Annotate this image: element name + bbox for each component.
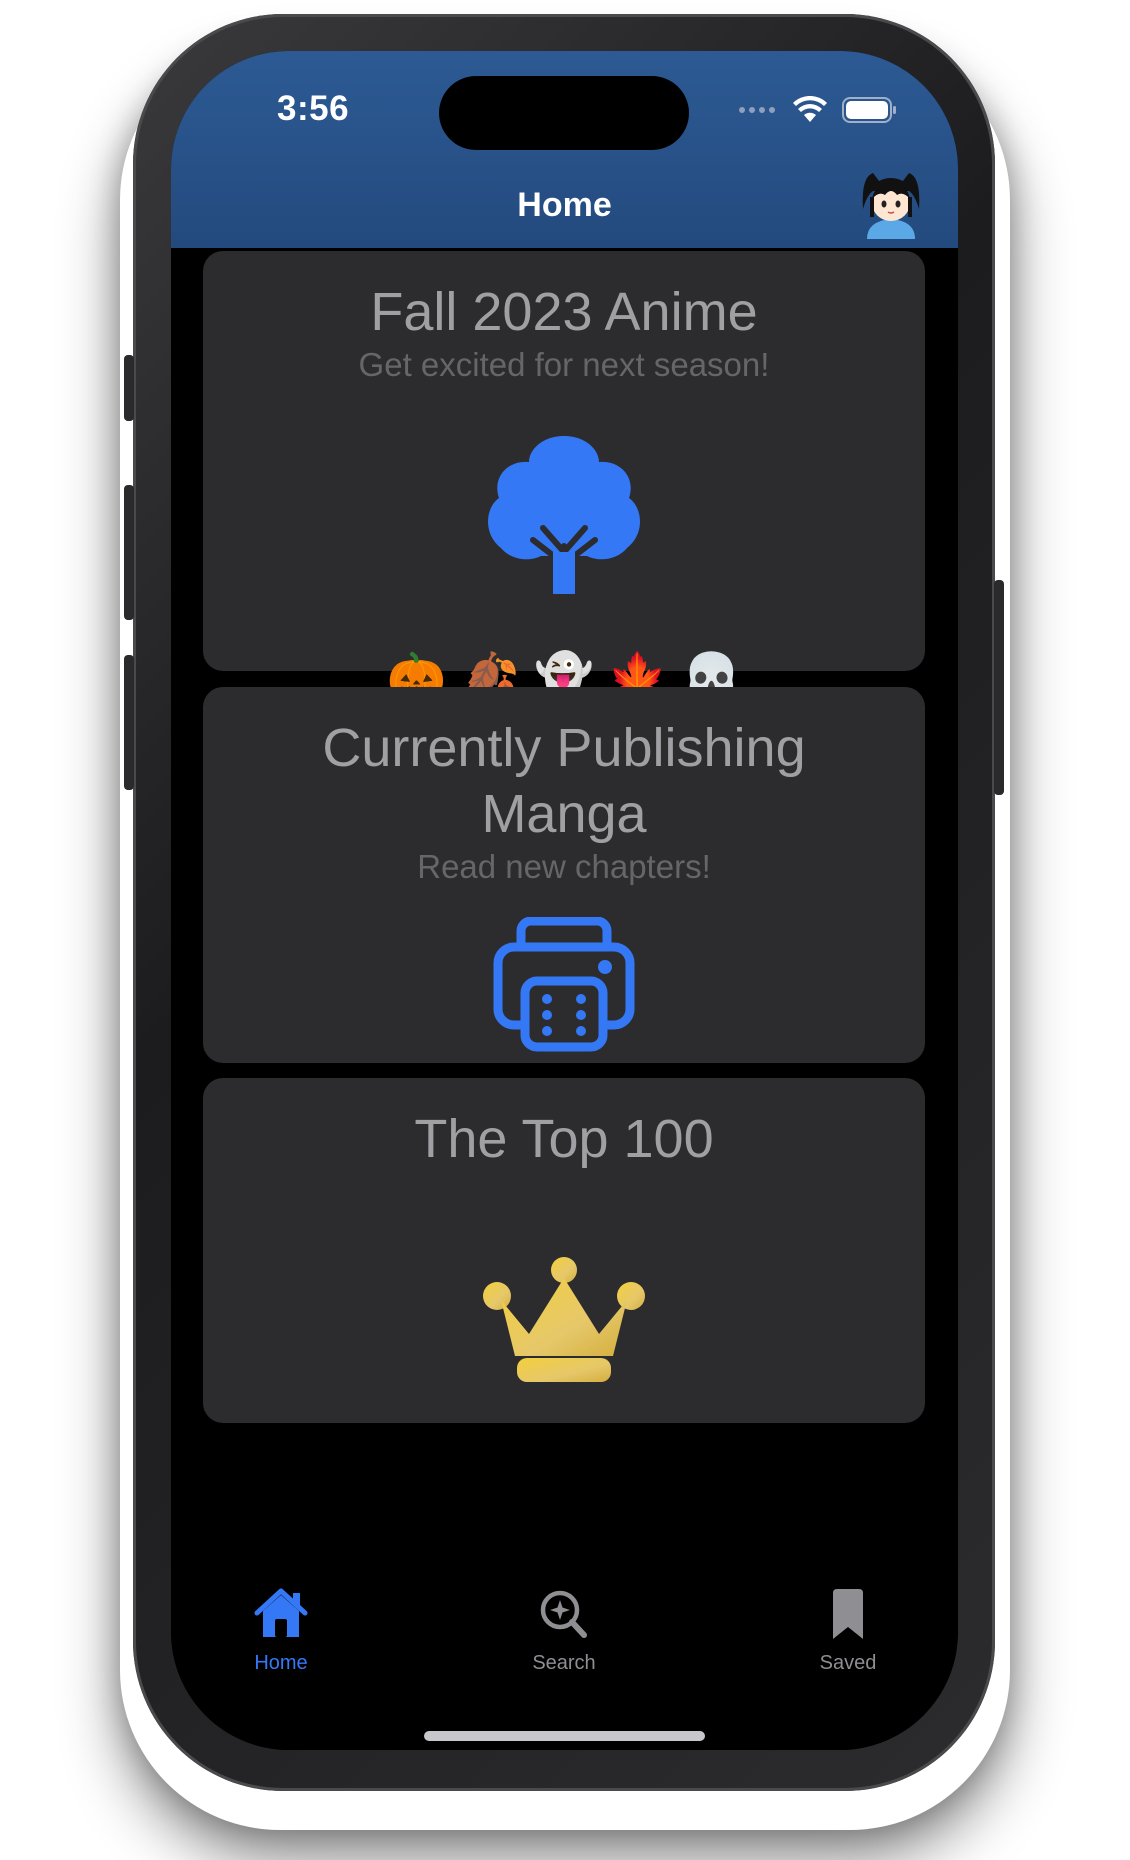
screen: 3:56 Home Fall 2023 Anime Get excited fo… bbox=[171, 51, 958, 1750]
tab-saved[interactable]: Saved bbox=[748, 1576, 948, 1675]
action-button bbox=[124, 355, 134, 421]
tab-home[interactable]: Home bbox=[181, 1576, 381, 1675]
card-title: The Top 100 bbox=[414, 1109, 714, 1169]
cellular-icon bbox=[739, 107, 775, 113]
volume-up-button bbox=[124, 485, 134, 620]
house-icon bbox=[254, 1588, 308, 1637]
tab-search[interactable]: Search bbox=[464, 1576, 664, 1675]
card-subtitle: Read new chapters! bbox=[417, 848, 711, 885]
wifi-icon bbox=[793, 96, 827, 122]
profile-avatar[interactable] bbox=[859, 169, 923, 239]
status-icons bbox=[738, 96, 898, 124]
tab-bar: Home Search Saved bbox=[171, 1576, 958, 1750]
tab-label: Search bbox=[532, 1652, 596, 1674]
printer-icon bbox=[493, 917, 635, 1052]
card-title-line-2: Manga bbox=[481, 784, 647, 844]
card-title-line-1: Currently Publishing bbox=[322, 718, 806, 778]
bookmark-icon bbox=[833, 1589, 863, 1639]
volume-down-button bbox=[124, 655, 134, 790]
tab-label: Saved bbox=[819, 1652, 877, 1674]
publishing-manga-card[interactable]: Currently Publishing Manga Read new chap… bbox=[203, 687, 925, 1063]
dynamic-island bbox=[439, 76, 689, 150]
crown-icon bbox=[483, 1257, 645, 1382]
page-title: Home bbox=[517, 186, 612, 224]
magnifier-sparkle-icon bbox=[540, 1590, 587, 1638]
tree-icon bbox=[488, 436, 640, 596]
top-100-card[interactable]: The Top 100 bbox=[203, 1078, 925, 1423]
navigation-bar: 3:56 Home bbox=[171, 51, 958, 248]
home-indicator[interactable] bbox=[424, 1731, 705, 1741]
card-title: Fall 2023 Anime bbox=[370, 282, 758, 342]
battery-icon bbox=[842, 97, 896, 123]
fall-anime-card[interactable]: Fall 2023 Anime Get excited for next sea… bbox=[203, 251, 925, 705]
tab-label: Home bbox=[254, 1652, 308, 1674]
status-time: 3:56 bbox=[277, 89, 350, 128]
power-button bbox=[994, 580, 1004, 795]
card-subtitle: Get excited for next season! bbox=[358, 346, 770, 383]
